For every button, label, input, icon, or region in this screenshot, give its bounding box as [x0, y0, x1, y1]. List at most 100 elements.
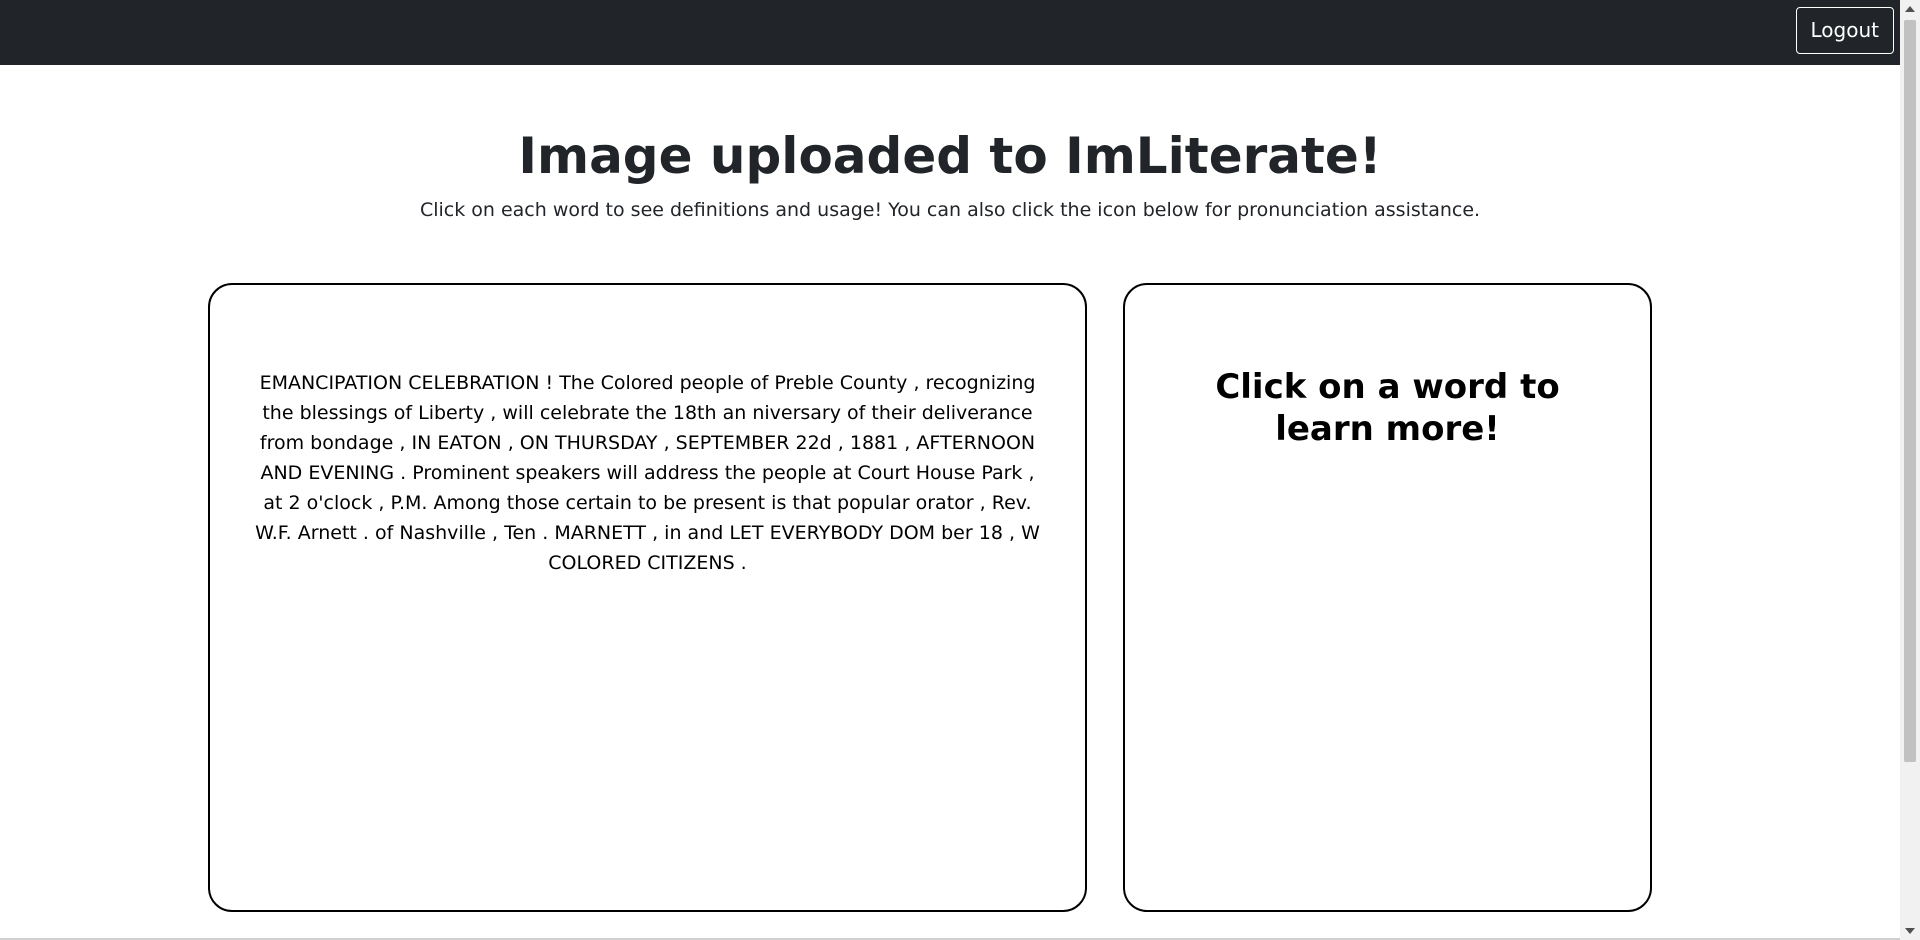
scroll-up-arrow-icon[interactable]: [1905, 6, 1915, 12]
word[interactable]: MARNETT: [554, 522, 646, 544]
word[interactable]: EVENING: [308, 462, 394, 484]
word[interactable]: address: [644, 462, 719, 484]
word[interactable]: the: [725, 462, 756, 484]
word[interactable]: ,: [508, 432, 514, 454]
word[interactable]: CELEBRATION: [408, 372, 539, 394]
word[interactable]: ,: [904, 432, 910, 454]
word[interactable]: will: [502, 402, 533, 424]
word[interactable]: AND: [260, 462, 302, 484]
word[interactable]: bondage: [310, 432, 393, 454]
word[interactable]: ,: [1028, 462, 1034, 484]
word[interactable]: ,: [838, 432, 844, 454]
word[interactable]: 2: [289, 492, 301, 514]
word[interactable]: Colored: [601, 372, 674, 394]
logout-button[interactable]: Logout: [1795, 7, 1894, 54]
word[interactable]: in: [664, 522, 681, 544]
word[interactable]: ber: [941, 522, 973, 544]
word[interactable]: at: [832, 462, 851, 484]
word[interactable]: COLORED: [548, 552, 641, 574]
word[interactable]: House: [916, 462, 976, 484]
word[interactable]: Park: [981, 462, 1022, 484]
word[interactable]: of: [375, 522, 393, 544]
word[interactable]: EATON: [437, 432, 501, 454]
word[interactable]: 1881: [850, 432, 898, 454]
word[interactable]: and: [688, 522, 724, 544]
word[interactable]: ,: [664, 432, 670, 454]
word[interactable]: .: [400, 462, 406, 484]
word[interactable]: of: [394, 402, 412, 424]
word[interactable]: ,: [913, 372, 919, 394]
word[interactable]: The: [559, 372, 594, 394]
word[interactable]: Among: [434, 492, 501, 514]
word[interactable]: CITIZENS: [647, 552, 734, 574]
word[interactable]: at: [263, 492, 282, 514]
word[interactable]: County: [840, 372, 908, 394]
word[interactable]: to: [638, 492, 657, 514]
word[interactable]: 18: [979, 522, 1003, 544]
scroll-down-arrow-icon[interactable]: [1905, 928, 1915, 934]
word[interactable]: Prominent: [412, 462, 509, 484]
word[interactable]: LET: [729, 522, 763, 544]
word[interactable]: THURSDAY: [555, 432, 658, 454]
word[interactable]: certain: [566, 492, 632, 514]
word[interactable]: .: [542, 522, 548, 544]
word[interactable]: recognizing: [926, 372, 1036, 394]
word[interactable]: from: [260, 432, 304, 454]
word[interactable]: DOM: [889, 522, 935, 544]
word[interactable]: Ten: [504, 522, 536, 544]
page-subtitle: Click on each word to see definitions an…: [419, 199, 1481, 221]
word[interactable]: ,: [492, 522, 498, 544]
word[interactable]: of: [847, 402, 865, 424]
word[interactable]: Rev.: [992, 492, 1032, 514]
word[interactable]: people: [680, 372, 744, 394]
word[interactable]: the: [636, 402, 667, 424]
word[interactable]: is: [771, 492, 786, 514]
word[interactable]: ,: [652, 522, 658, 544]
word[interactable]: AFTERNOON: [916, 432, 1035, 454]
word[interactable]: that: [792, 492, 831, 514]
word[interactable]: their: [871, 402, 915, 424]
word[interactable]: Liberty: [418, 402, 484, 424]
word[interactable]: will: [607, 462, 638, 484]
word[interactable]: be: [663, 492, 687, 514]
word[interactable]: W.F.: [255, 522, 292, 544]
word[interactable]: the: [262, 402, 293, 424]
word[interactable]: .: [741, 552, 747, 574]
page-scrollbar[interactable]: [1900, 0, 1920, 940]
word[interactable]: ,: [980, 492, 986, 514]
word[interactable]: IN: [411, 432, 431, 454]
word[interactable]: Arnett: [298, 522, 357, 544]
word[interactable]: ,: [378, 492, 384, 514]
top-navbar: Logout: [0, 0, 1900, 65]
word[interactable]: people: [762, 462, 826, 484]
word[interactable]: EVERYBODY: [770, 522, 883, 544]
word[interactable]: speakers: [515, 462, 600, 484]
word[interactable]: orator: [916, 492, 974, 514]
word[interactable]: 18th: [673, 402, 717, 424]
word[interactable]: blessings: [300, 402, 388, 424]
word[interactable]: ,: [399, 432, 405, 454]
word[interactable]: 22d: [795, 432, 831, 454]
scrollbar-thumb[interactable]: [1904, 20, 1916, 762]
word[interactable]: Court: [858, 462, 910, 484]
word[interactable]: niversary: [752, 402, 841, 424]
word[interactable]: present: [693, 492, 765, 514]
word[interactable]: those: [507, 492, 560, 514]
word[interactable]: celebrate: [540, 402, 630, 424]
word[interactable]: o'clock: [307, 492, 373, 514]
word[interactable]: W: [1021, 522, 1040, 544]
word[interactable]: Nashville: [399, 522, 486, 544]
word[interactable]: popular: [837, 492, 910, 514]
word[interactable]: P.M.: [390, 492, 427, 514]
word[interactable]: EMANCIPATION: [260, 372, 403, 394]
word[interactable]: an: [723, 402, 747, 424]
word[interactable]: of: [750, 372, 768, 394]
word[interactable]: ON: [520, 432, 549, 454]
word[interactable]: .: [363, 522, 369, 544]
word[interactable]: !: [546, 372, 554, 394]
word[interactable]: Preble: [774, 372, 833, 394]
word[interactable]: SEPTEMBER: [676, 432, 790, 454]
word[interactable]: ,: [490, 402, 496, 424]
word[interactable]: ,: [1009, 522, 1015, 544]
word[interactable]: deliverance: [922, 402, 1033, 424]
